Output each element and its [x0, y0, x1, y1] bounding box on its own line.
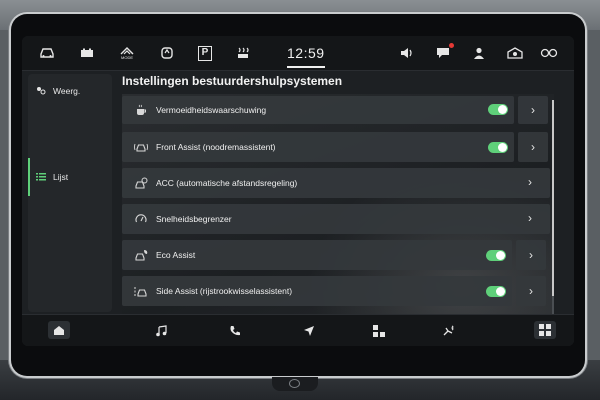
row-content: Side Assist (rijstrookwisselassistent) — [122, 276, 292, 306]
row-label: Front Assist (noodremassistent) — [156, 142, 276, 152]
row-content: Eco Assist — [122, 240, 195, 270]
chevron-right-icon: › — [529, 284, 533, 298]
notification-icon[interactable] — [434, 43, 454, 61]
drive-mode-icon[interactable]: MODE — [118, 45, 136, 61]
settings-row-eco-assist[interactable]: Eco Assist — [122, 240, 512, 270]
home-icon[interactable] — [48, 321, 70, 339]
battery-icon[interactable] — [78, 45, 96, 61]
front-assist-icon — [134, 140, 148, 154]
toggle-switch[interactable] — [486, 286, 506, 297]
navigation-icon[interactable] — [300, 323, 318, 339]
page-title: Instellingen bestuurdershulpsystemen — [122, 74, 343, 88]
row-label: Eco Assist — [156, 250, 196, 260]
toggle-switch[interactable] — [488, 142, 508, 153]
notification-badge — [449, 43, 454, 48]
row-detail-button[interactable]: › — [518, 96, 548, 124]
phone-icon[interactable] — [226, 323, 244, 339]
signal-icon[interactable] — [540, 45, 558, 61]
clock: 12:59 — [287, 45, 325, 61]
parking-icon[interactable]: P — [196, 45, 214, 61]
row-label: Side Assist (rijstrookwisselassistent) — [156, 286, 293, 296]
settings-row-snelheidsbegrenzer[interactable]: Snelheidsbegrenzer › — [122, 204, 550, 234]
view-icon — [34, 84, 48, 98]
row-label: Vermoeidheidswaarschuwing — [156, 105, 267, 115]
toggle-switch[interactable] — [486, 250, 506, 261]
row-content: Snelheidsbegrenzer — [122, 204, 232, 234]
settings-row-side-assist[interactable]: Side Assist (rijstrookwisselassistent) — [122, 276, 512, 306]
list-icon — [34, 170, 48, 184]
scrollbar-thumb[interactable] — [552, 100, 554, 296]
apps-icon[interactable] — [370, 323, 388, 339]
row-content: Vermoeidheidswaarschuwing — [122, 96, 266, 124]
row-label: ACC (automatische afstandsregeling) — [156, 178, 298, 188]
acc-icon — [134, 176, 148, 190]
coffee-cup-icon — [134, 103, 148, 117]
chevron-right-icon: › — [528, 211, 532, 225]
music-icon[interactable] — [152, 323, 170, 339]
row-detail-button[interactable]: › — [516, 276, 546, 306]
sidebar-item-lijst[interactable]: Lijst — [34, 166, 112, 188]
network-icon[interactable] — [506, 45, 524, 61]
chevron-right-icon: › — [531, 140, 535, 154]
settings-row-vermoeidheid[interactable]: Vermoeidheidswaarschuwing — [122, 96, 514, 124]
drive-mode-label: MODE — [121, 54, 133, 60]
row-content: Front Assist (noodremassistent) — [122, 132, 276, 162]
sidebar-item-label: Lijst — [53, 172, 69, 182]
clock-underline — [287, 66, 325, 68]
sidebar: Weerg. Lijst — [28, 74, 112, 312]
chevron-right-icon: › — [531, 103, 535, 117]
toggle-switch[interactable] — [488, 104, 508, 115]
parking-label: P — [198, 45, 212, 61]
hardware-home-button[interactable] — [272, 377, 318, 391]
sidebar-item-weergave[interactable]: Weerg. — [34, 80, 112, 102]
home-button-dot — [289, 379, 300, 388]
infotainment-screen: MODE P 12:59 Weerg. Lijst Instellingen b… — [22, 36, 574, 346]
eco-assist-icon — [134, 248, 148, 262]
side-assist-icon — [134, 284, 148, 298]
volume-icon[interactable] — [398, 45, 416, 61]
row-content: ACC (automatische afstandsregeling) — [122, 168, 297, 198]
chevron-right-icon: › — [528, 175, 532, 189]
chevron-right-icon: › — [529, 248, 533, 262]
seat-heat-icon[interactable] — [234, 45, 252, 61]
sidebar-active-indicator — [28, 158, 30, 196]
user-icon[interactable] — [470, 45, 488, 61]
settings-row-acc[interactable]: ACC (automatische afstandsregeling) › — [122, 168, 550, 198]
climate-icon[interactable] — [440, 323, 458, 339]
speed-limiter-icon — [134, 212, 148, 226]
row-label: Snelheidsbegrenzer — [156, 214, 232, 224]
assist-icon[interactable] — [158, 45, 176, 61]
row-detail-button[interactable]: › — [518, 132, 548, 162]
settings-row-front-assist[interactable]: Front Assist (noodremassistent) — [122, 132, 514, 162]
row-detail-button[interactable]: › — [516, 240, 546, 270]
sidebar-item-label: Weerg. — [53, 86, 81, 96]
status-bar: MODE P 12:59 — [22, 36, 574, 71]
bottom-bar — [22, 314, 574, 346]
car-icon[interactable] — [38, 45, 56, 61]
menu-grid-icon[interactable] — [534, 321, 556, 339]
